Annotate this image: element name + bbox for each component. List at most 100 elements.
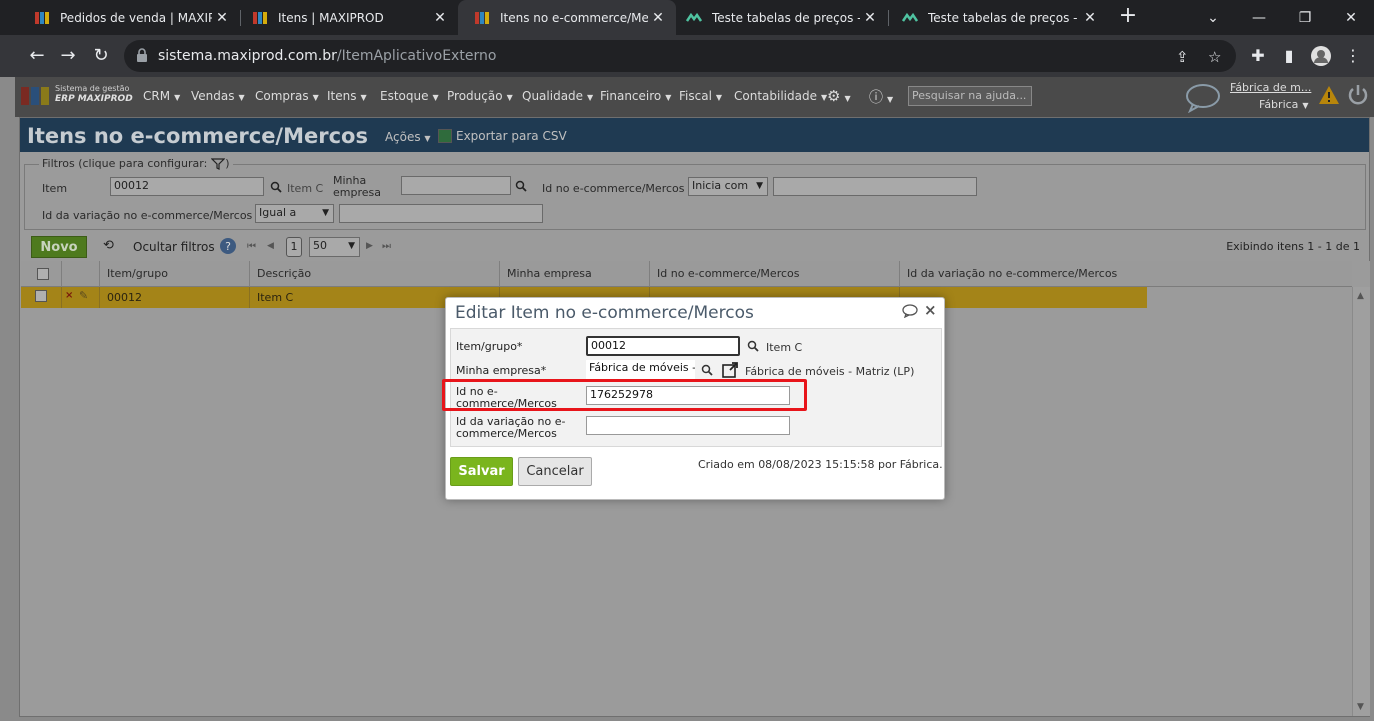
search-icon[interactable]	[701, 364, 713, 376]
settings-menu[interactable]: ⚙ ▼	[827, 87, 851, 105]
column-id-ecommerce[interactable]: Id no e-commerce/Mercos	[649, 261, 899, 287]
first-page-icon[interactable]: ⏮	[247, 241, 256, 252]
page-number-input[interactable]: 1	[286, 237, 302, 257]
close-icon[interactable]: ✕	[860, 10, 880, 26]
restore-icon[interactable]: ❐	[1282, 0, 1328, 35]
menu-contabilidade[interactable]: Contabilidade ▼	[734, 89, 827, 103]
last-page-icon[interactable]: ⏭	[382, 241, 391, 252]
filter-variacao-operator[interactable]: Igual a ▼	[255, 204, 334, 223]
user-name-link[interactable]: Fábrica de m...	[1230, 81, 1311, 94]
browser-tab-pedidos[interactable]: Pedidos de venda | MAXIPROD ✕	[18, 0, 240, 35]
novo-button[interactable]: Novo	[31, 236, 87, 258]
search-icon[interactable]	[515, 180, 527, 192]
search-icon[interactable]	[270, 181, 282, 193]
menu-label: Estoque	[380, 89, 429, 103]
export-csv-button[interactable]: Exportar para CSV	[438, 129, 567, 143]
share-icon[interactable]: ⇪	[1176, 48, 1189, 66]
caret-down-icon: ▼	[1302, 101, 1309, 110]
close-icon[interactable]: ✕	[212, 10, 232, 26]
save-button[interactable]: Salvar	[450, 457, 513, 486]
back-icon[interactable]: ←	[24, 43, 50, 69]
column-item-grupo[interactable]: Item/grupo	[99, 261, 249, 287]
created-info: Criado em 08/08/2023 15:15:58 por Fábric…	[698, 458, 943, 471]
caret-down-icon: ▼	[360, 93, 367, 102]
reload-icon[interactable]: ↻	[88, 43, 114, 69]
menu-vendas[interactable]: Vendas ▼	[191, 89, 245, 103]
menu-producao[interactable]: Produção ▼	[447, 89, 513, 103]
grid-vertical-scrollbar[interactable]: ▲ ▼	[1352, 287, 1370, 716]
minimize-icon[interactable]: —	[1236, 0, 1282, 35]
prev-page-icon[interactable]: ◀	[267, 241, 274, 251]
column-descricao[interactable]: Descrição	[249, 261, 499, 287]
scroll-down-icon[interactable]: ▼	[1357, 702, 1364, 712]
menu-qualidade[interactable]: Qualidade ▼	[522, 89, 593, 103]
item-grupo-input[interactable]: 00012	[586, 336, 740, 356]
search-icon[interactable]	[747, 340, 759, 352]
menu-fiscal[interactable]: Fiscal ▼	[679, 89, 722, 103]
browser-tab-itens[interactable]: Itens | MAXIPROD ✕	[236, 0, 458, 35]
browser-tab-itens-ecommerce[interactable]: Itens no e-commerce/Mercos ✕	[458, 0, 676, 35]
edit-pencil-icon[interactable]: ✎	[79, 289, 88, 302]
profile-avatar[interactable]	[1308, 43, 1334, 69]
actions-menu[interactable]: Ações ▼	[385, 130, 431, 144]
page-size-select[interactable]: 50 ▼	[309, 237, 360, 257]
menu-crm[interactable]: CRM ▼	[143, 89, 180, 103]
column-minha-empresa[interactable]: Minha empresa	[499, 261, 649, 287]
filter-empresa-input[interactable]	[401, 176, 511, 195]
close-icon[interactable]: ✕	[430, 10, 450, 26]
side-panel-icon[interactable]: ▮	[1276, 43, 1302, 69]
menu-financeiro[interactable]: Financeiro ▼	[600, 89, 671, 103]
new-tab-button[interactable]: +	[1116, 3, 1140, 28]
next-page-icon[interactable]: ▶	[366, 241, 373, 251]
window-close-icon[interactable]: ✕	[1328, 0, 1374, 35]
close-icon[interactable]: ✕	[648, 10, 668, 26]
chrome-menu-icon[interactable]: ⋮	[1340, 43, 1366, 69]
filters-panel: Filtros (clique para configurar: ) Item …	[24, 157, 1366, 230]
user-company-select[interactable]: Fábrica ▼	[1259, 98, 1309, 111]
brand-subtitle: Sistema de gestão	[55, 84, 130, 93]
tab-search-icon[interactable]: ⌄	[1190, 0, 1236, 35]
row-checkbox[interactable]	[35, 290, 47, 302]
power-icon[interactable]	[1347, 83, 1369, 107]
select-all-checkbox[interactable]	[37, 268, 49, 280]
menu-label: Itens	[327, 89, 357, 103]
close-icon[interactable]: ✕	[1080, 10, 1100, 26]
caret-down-icon: ▼	[665, 93, 672, 102]
chat-bubble-icon[interactable]	[902, 304, 918, 318]
address-bar[interactable]: sistema.maxiprod.com.br/ItemAplicativoEx…	[124, 40, 1236, 72]
help-circle-icon[interactable]: ?	[219, 237, 237, 258]
caret-down-icon: ▼	[312, 93, 319, 102]
extensions-icon[interactable]: ✚	[1245, 43, 1271, 69]
menu-compras[interactable]: Compras ▼	[255, 89, 319, 103]
refresh-icon[interactable]: ⟲	[103, 238, 114, 253]
filter-variacao-input[interactable]	[339, 204, 543, 223]
variacao-id-input[interactable]	[586, 416, 790, 435]
filter-item-input[interactable]: 00012	[110, 177, 264, 196]
filter-icon[interactable]	[211, 157, 226, 170]
dialog-title: Editar Item no e-commerce/Mercos	[455, 303, 754, 323]
bookmark-star-icon[interactable]: ☆	[1208, 48, 1221, 66]
forward-icon[interactable]: →	[55, 43, 81, 69]
scroll-up-icon[interactable]: ▲	[1357, 291, 1364, 301]
help-menu[interactable]: ⓘ ▼	[869, 87, 893, 107]
hide-filters-button[interactable]: Ocultar filtros	[133, 240, 215, 254]
browser-tab-teste-1[interactable]: Teste tabelas de preços - MX ✕	[670, 0, 888, 35]
open-external-icon[interactable]	[722, 362, 738, 378]
caret-down-icon: ▼	[715, 93, 723, 102]
dialog-close-icon[interactable]: ×	[924, 301, 937, 319]
filters-legend[interactable]: Filtros (clique para configurar: )	[39, 157, 233, 170]
menu-itens[interactable]: Itens ▼	[327, 89, 367, 103]
menu-estoque[interactable]: Estoque ▼	[380, 89, 439, 103]
chat-bubble-icon[interactable]	[1185, 83, 1221, 113]
filter-ecommerce-operator[interactable]: Inicia com ▼	[688, 177, 768, 196]
warning-icon[interactable]	[1318, 85, 1340, 105]
empresa-description: Fábrica de móveis - Matriz (LP)	[745, 365, 915, 378]
help-search-input[interactable]: Pesquisar na ajuda...	[908, 86, 1032, 106]
empresa-input[interactable]: Fábrica de móveis - M	[586, 360, 695, 379]
delete-icon[interactable]: ×	[65, 290, 73, 301]
brand-title: ERP MAXIPROD	[55, 94, 133, 104]
browser-tab-teste-2[interactable]: Teste tabelas de preços - MX ✕	[886, 0, 1108, 35]
filter-ecommerce-input[interactable]	[773, 177, 977, 196]
cancel-button[interactable]: Cancelar	[518, 457, 592, 486]
column-id-variacao[interactable]: Id da variação no e-commerce/Mercos	[899, 261, 1352, 287]
